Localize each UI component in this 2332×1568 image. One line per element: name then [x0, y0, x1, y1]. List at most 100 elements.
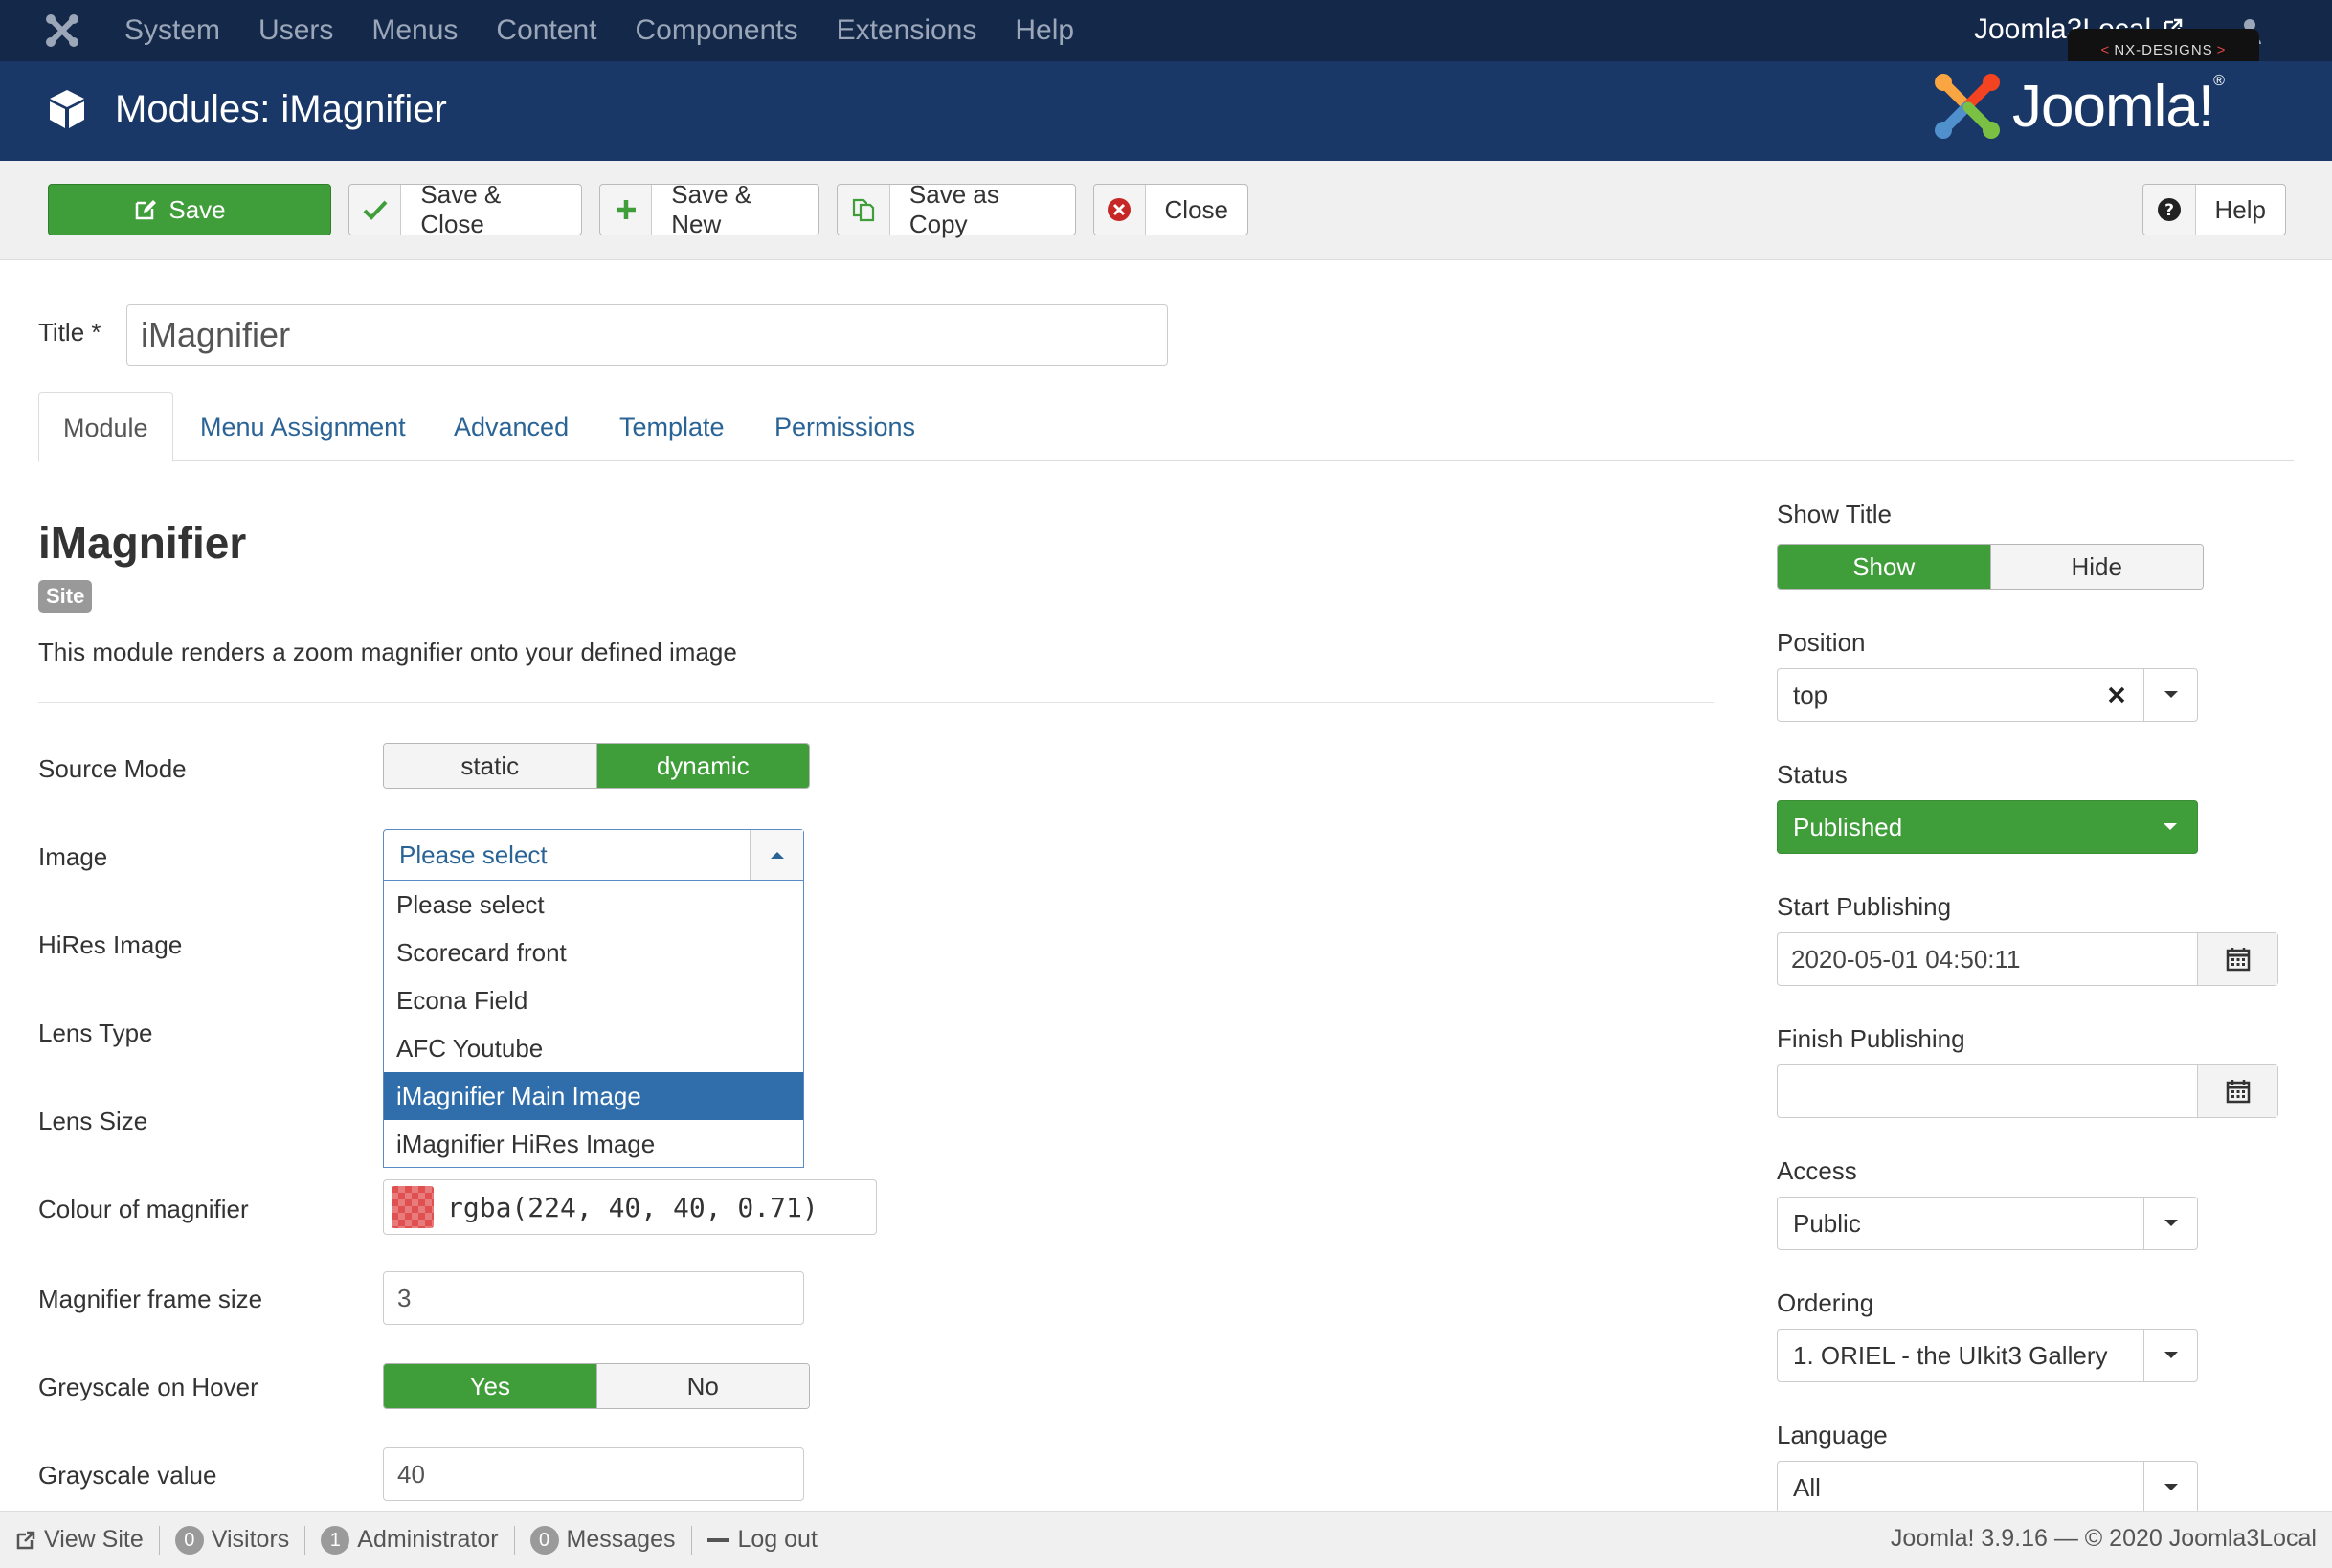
save-new-button[interactable]: Save & New: [599, 180, 819, 238]
source-mode-dynamic[interactable]: dynamic: [595, 744, 809, 788]
tab-advanced[interactable]: Advanced: [454, 392, 569, 461]
save-close-button[interactable]: Save & Close: [348, 180, 582, 238]
show-title-toggle: Show Hide: [1777, 544, 2204, 590]
access-select[interactable]: Public: [1777, 1197, 2198, 1250]
colour-value: rgba(224, 40, 40, 0.71): [447, 1191, 818, 1223]
version-info: Joomla! 3.9.16 — © 2020 Joomla3Local: [1890, 1525, 2317, 1552]
image-select[interactable]: Please select: [383, 829, 804, 881]
show-title-show[interactable]: Show: [1778, 545, 1990, 589]
module-description: This module renders a zoom magnifier ont…: [38, 638, 737, 666]
menu-system[interactable]: System: [124, 14, 220, 47]
save-label: Save: [168, 194, 226, 224]
menu-menus[interactable]: Menus: [371, 14, 458, 47]
site-badge: Site: [38, 580, 93, 613]
caret-down-icon[interactable]: [2143, 1330, 2197, 1381]
caret-up-icon[interactable]: [750, 830, 803, 880]
caret-down-icon[interactable]: [2143, 1198, 2197, 1249]
external-link-icon: [16, 1531, 35, 1549]
menu-content[interactable]: Content: [496, 14, 596, 47]
hires-image-label: HiRes Image: [38, 930, 183, 959]
ordering-label: Ordering: [1777, 1288, 1874, 1317]
view-site-label: View Site: [44, 1526, 144, 1553]
save-as-copy-label: Save as Copy: [908, 180, 999, 238]
show-title-hide[interactable]: Hide: [1989, 545, 2203, 589]
menu-help[interactable]: Help: [1015, 14, 1074, 47]
svg-text:?: ?: [2164, 201, 2174, 220]
caret-down-icon[interactable]: [2143, 801, 2197, 853]
logout-label: Log out: [737, 1526, 818, 1553]
image-option[interactable]: Econa Field: [384, 976, 803, 1024]
calendar-icon[interactable]: [2197, 933, 2277, 985]
help-button[interactable]: ? Help: [2142, 184, 2286, 235]
joomla-icon[interactable]: [0, 11, 124, 50]
language-value: All: [1793, 1472, 1821, 1502]
messages-count: 0: [529, 1525, 559, 1555]
admin-count: 1: [321, 1525, 350, 1555]
copy-icon: [838, 185, 890, 235]
grayscale-value-label: Grayscale value: [38, 1461, 217, 1490]
joomla-brand-logo: Joomla! ®: [1932, 71, 2225, 142]
tab-permissions[interactable]: Permissions: [774, 392, 915, 461]
plus-icon: [600, 185, 653, 235]
messages-item[interactable]: 0 Messages: [515, 1525, 691, 1555]
position-value: top: [1793, 680, 1828, 709]
finish-publishing-label: Finish Publishing: [1777, 1024, 1965, 1053]
greyscale-yes[interactable]: Yes: [384, 1364, 596, 1408]
finish-publishing-input[interactable]: [1777, 1064, 2278, 1118]
image-label: Image: [38, 842, 108, 871]
image-options-list: Please select Scorecard front Econa Fiel…: [383, 881, 804, 1168]
greyscale-label: Greyscale on Hover: [38, 1373, 258, 1401]
messages-label: Messages: [566, 1526, 676, 1553]
clear-icon[interactable]: [2090, 685, 2143, 705]
edit-icon: [136, 200, 157, 220]
save-as-copy-button[interactable]: Save as Copy: [837, 180, 1076, 238]
start-publishing-input[interactable]: 2020-05-01 04:50:11: [1777, 932, 2278, 986]
frame-size-input[interactable]: 3: [383, 1271, 804, 1325]
image-option[interactable]: iMagnifier HiRes Image: [384, 1120, 803, 1168]
menu-components[interactable]: Components: [636, 14, 798, 47]
colour-input[interactable]: rgba(224, 40, 40, 0.71): [383, 1179, 877, 1235]
start-publishing-label: Start Publishing: [1777, 892, 1952, 921]
colour-label: Colour of magnifier: [38, 1195, 249, 1223]
joomla-wordmark: Joomla!: [2012, 73, 2214, 140]
language-select[interactable]: All: [1777, 1461, 2198, 1514]
administrator-item[interactable]: 1 Administrator: [305, 1525, 513, 1555]
position-label: Position: [1777, 628, 1866, 657]
divider: [38, 702, 1714, 703]
visitors-item[interactable]: 0 Visitors: [160, 1525, 305, 1555]
calendar-icon[interactable]: [2197, 1065, 2277, 1117]
image-option[interactable]: Scorecard front: [384, 929, 803, 976]
title-input[interactable]: iMagnifier: [126, 304, 1168, 366]
image-option[interactable]: Please select: [384, 881, 803, 929]
image-select-value: Please select: [399, 840, 548, 869]
tab-menu-assignment[interactable]: Menu Assignment: [200, 392, 406, 461]
registered-mark: ®: [2213, 73, 2225, 89]
greyscale-no[interactable]: No: [595, 1364, 809, 1408]
grayscale-value-input[interactable]: 40: [383, 1447, 804, 1501]
close-button[interactable]: Close: [1093, 184, 1248, 235]
status-select[interactable]: Published: [1777, 800, 2198, 854]
lens-size-label: Lens Size: [38, 1107, 148, 1135]
tab-template[interactable]: Template: [619, 392, 725, 461]
badge-text: NX-DESIGNS: [2114, 41, 2213, 58]
colour-swatch[interactable]: [392, 1186, 434, 1228]
source-mode-static[interactable]: static: [384, 744, 596, 788]
visitors-label: Visitors: [211, 1526, 290, 1553]
view-site-link[interactable]: View Site: [0, 1526, 159, 1554]
image-option-highlighted[interactable]: iMagnifier Main Image: [384, 1072, 803, 1120]
position-select[interactable]: top: [1777, 668, 2198, 722]
show-title-label: Show Title: [1777, 500, 1892, 528]
tab-module[interactable]: Module: [38, 392, 173, 462]
menu-users[interactable]: Users: [258, 14, 333, 47]
close-label: Close: [1164, 194, 1228, 224]
image-option[interactable]: AFC Youtube: [384, 1024, 803, 1072]
caret-down-icon[interactable]: [2143, 669, 2197, 721]
ordering-select[interactable]: 1. ORIEL - the UIkit3 Gallery: [1777, 1329, 2198, 1382]
caret-down-icon[interactable]: [2143, 1462, 2197, 1513]
status-value: Published: [1793, 812, 1903, 841]
logout-link[interactable]: Log out: [692, 1526, 833, 1554]
source-mode-toggle: static dynamic: [383, 743, 810, 789]
save-button[interactable]: Save: [48, 184, 331, 235]
ordering-value: 1. ORIEL - the UIkit3 Gallery: [1793, 1340, 2108, 1370]
menu-extensions[interactable]: Extensions: [837, 14, 977, 47]
